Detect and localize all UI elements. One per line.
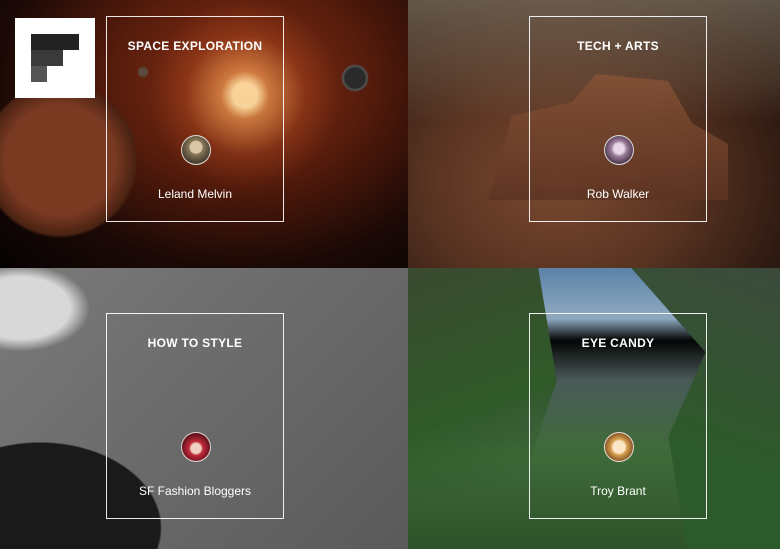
author-avatar	[181, 135, 211, 165]
author-name: SF Fashion Bloggers	[138, 484, 252, 498]
topic-title: EYE CANDY	[581, 336, 655, 350]
flipboard-logo-icon[interactable]	[15, 18, 95, 98]
author-avatar	[604, 135, 634, 165]
topic-card[interactable]: EYE CANDY Troy Brant	[529, 313, 707, 519]
topic-card[interactable]: SPACE EXPLORATION Leland Melvin	[106, 16, 284, 222]
author-name: Rob Walker	[586, 187, 650, 201]
topic-card[interactable]: TECH + ARTS Rob Walker	[529, 16, 707, 222]
topic-tile-how-to-style[interactable]: HOW TO STYLE SF Fashion Bloggers	[0, 268, 408, 549]
topic-title: SPACE EXPLORATION	[127, 39, 263, 53]
author-name: Troy Brant	[590, 484, 646, 498]
author-name: Leland Melvin	[157, 187, 233, 201]
topic-tile-eye-candy[interactable]: EYE CANDY Troy Brant	[408, 268, 780, 549]
topic-title: HOW TO STYLE	[147, 336, 243, 350]
topic-title: TECH + ARTS	[577, 39, 659, 53]
topic-tile-tech-arts[interactable]: TECH + ARTS Rob Walker	[408, 0, 780, 268]
topic-card[interactable]: HOW TO STYLE SF Fashion Bloggers	[106, 313, 284, 519]
author-avatar	[181, 432, 211, 462]
author-avatar	[604, 432, 634, 462]
